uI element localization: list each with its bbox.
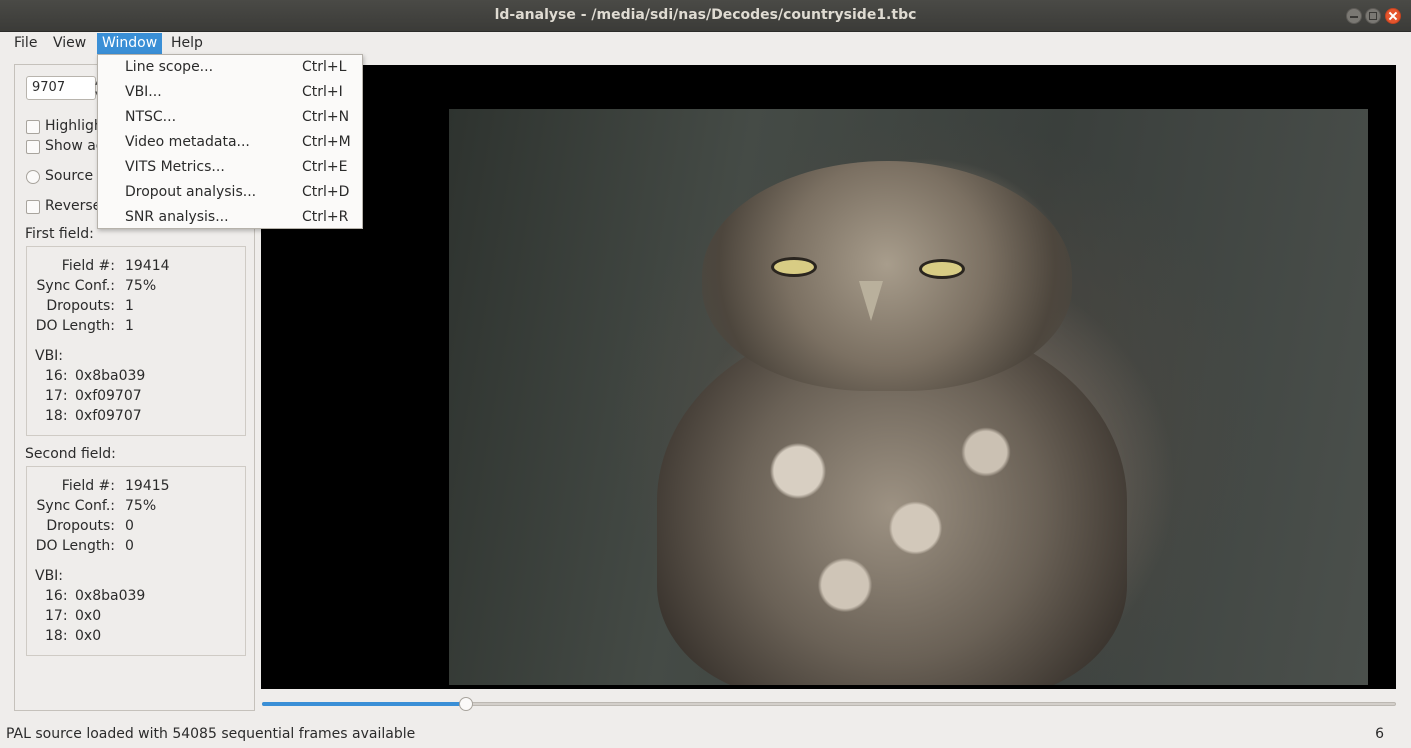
menu-item-shortcut: Ctrl+N [302,109,350,125]
first-vbi-value: 0xf09707 [75,388,142,404]
video-display[interactable] [261,65,1396,689]
do-length-key: DO Length: [35,538,115,554]
second-vbi-value: 0x0 [75,608,102,624]
first-field-num-value: 19414 [125,258,170,274]
maximize-icon [1369,12,1377,20]
menu-item-label: Video metadata... [125,134,250,150]
first-vbi-title: VBI: [35,348,64,364]
status-message: PAL source loaded with 54085 sequential … [6,726,416,742]
first-field-group: Field #: 19414 Sync Conf.: 75% Dropouts:… [26,246,246,436]
menu-item-shortcut: Ctrl+D [302,184,350,200]
close-button[interactable] [1385,8,1401,24]
menu-item-vits-metrics[interactable]: VITS Metrics... Ctrl+E [98,155,362,180]
window-menu-dropdown: Line scope... Ctrl+L VBI... Ctrl+I NTSC.… [97,54,363,229]
first-dropouts-row: Dropouts: [27,298,115,316]
menu-file[interactable]: File [9,33,42,54]
owl-eye [771,257,817,277]
second-field-title: Second field: [25,446,116,462]
do-length-key: DO Length: [35,318,115,334]
second-dropouts-value: 0 [125,518,134,534]
reverse-checkbox[interactable] [26,200,40,214]
status-number: 6 [1375,726,1384,742]
menu-item-snr-analysis[interactable]: SNR analysis... Ctrl+R [98,205,362,230]
frame-slider[interactable] [262,697,1396,711]
dropouts-key: Dropouts: [46,298,115,314]
menu-window[interactable]: Window [97,33,163,54]
sync-conf-key: Sync Conf.: [36,498,115,514]
first-vbi-value: 0xf09707 [75,408,142,424]
minimize-button[interactable] [1346,8,1362,24]
menu-item-shortcut: Ctrl+R [302,209,349,225]
highlight-checkbox[interactable] [26,120,40,134]
menu-item-label: SNR analysis... [125,209,229,225]
menu-item-label: VITS Metrics... [125,159,225,175]
menu-item-dropout-analysis[interactable]: Dropout analysis... Ctrl+D [98,180,362,205]
second-vbi-value: 0x0 [75,628,102,644]
second-sync-row: Sync Conf.: [27,498,115,516]
first-vbi-line: 18: [45,408,68,424]
dropouts-key: Dropouts: [46,518,115,534]
source-label: Source [45,168,94,184]
second-sync-conf-value: 75% [125,498,157,514]
reverse-label: Reverse [45,198,102,214]
slider-handle[interactable] [459,697,473,711]
menu-item-label: Dropout analysis... [125,184,257,200]
second-dropouts-row: Dropouts: [27,518,115,536]
owl-head [702,161,1072,391]
second-vbi-line: 17: [45,608,68,624]
video-frame-image [449,109,1368,685]
menu-item-label: NTSC... [125,109,177,125]
second-field-group: Field #: 19415 Sync Conf.: 75% Dropouts:… [26,466,246,656]
second-vbi-line: 18: [45,628,68,644]
app-window: ld-analyse - /media/sdi/nas/Decodes/coun… [0,0,1411,748]
menu-help[interactable]: Help [166,33,208,54]
field-num-key: Field #: [61,478,115,494]
title-bar[interactable]: ld-analyse - /media/sdi/nas/Decodes/coun… [0,0,1411,32]
highlight-label: Highligh [45,118,103,134]
owl-beak [859,281,883,321]
close-icon [1389,12,1397,20]
show-checkbox[interactable] [26,140,40,154]
frame-number-spinbox[interactable]: 9707 [26,76,96,100]
first-dropouts-value: 1 [125,298,134,314]
minimize-icon [1350,12,1358,20]
second-vbi-title: VBI: [35,568,64,584]
show-label: Show ac [45,138,104,154]
first-sync-row: Sync Conf.: [27,278,115,296]
first-field-num-row: Field #: [27,258,115,276]
second-vbi-line: 16: [45,588,68,604]
menu-item-label: Line scope... [125,59,214,75]
second-field-num-row: Field #: [27,478,115,496]
menu-item-shortcut: Ctrl+M [302,134,351,150]
menu-item-line-scope[interactable]: Line scope... Ctrl+L [98,55,362,80]
second-vbi-value: 0x8ba039 [75,588,146,604]
first-sync-conf-value: 75% [125,278,157,294]
menu-item-label: VBI... [125,84,162,100]
first-do-length-row: DO Length: [27,318,115,336]
owl-eye [919,259,965,279]
menu-bar: File View Window Help [0,32,1411,54]
first-field-title: First field: [25,226,94,242]
source-radio[interactable] [26,170,40,184]
window-title: ld-analyse - /media/sdi/nas/Decodes/coun… [494,7,917,23]
field-num-key: Field #: [61,258,115,274]
second-do-length-row: DO Length: [27,538,115,556]
status-bar: PAL source loaded with 54085 sequential … [0,722,1411,748]
menu-view[interactable]: View [48,33,91,54]
menu-item-video-metadata[interactable]: Video metadata... Ctrl+M [98,130,362,155]
menu-item-shortcut: Ctrl+L [302,59,347,75]
first-do-length-value: 1 [125,318,134,334]
slider-fill [262,702,466,706]
second-do-length-value: 0 [125,538,134,554]
sync-conf-key: Sync Conf.: [36,278,115,294]
menu-item-shortcut: Ctrl+I [302,84,343,100]
first-vbi-value: 0x8ba039 [75,368,146,384]
first-vbi-line: 17: [45,388,68,404]
second-field-num-value: 19415 [125,478,170,494]
maximize-button[interactable] [1365,8,1381,24]
menu-item-shortcut: Ctrl+E [302,159,348,175]
first-vbi-line: 16: [45,368,68,384]
menu-item-vbi[interactable]: VBI... Ctrl+I [98,80,362,105]
menu-item-ntsc[interactable]: NTSC... Ctrl+N [98,105,362,130]
